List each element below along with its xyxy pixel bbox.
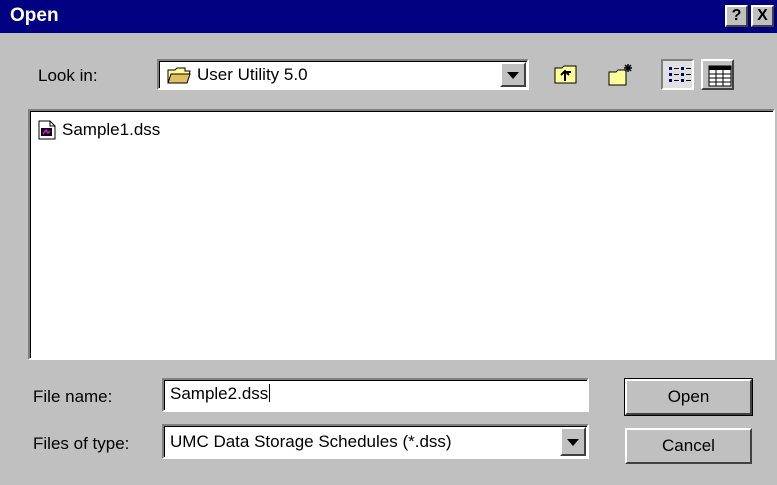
close-button[interactable]: X xyxy=(751,5,774,27)
file-type-dropdown-arrow[interactable] xyxy=(560,427,586,456)
text-caret xyxy=(269,384,271,402)
list-item[interactable]: Sample1.dss xyxy=(38,119,160,141)
new-folder-button[interactable] xyxy=(603,59,636,90)
cancel-button[interactable]: Cancel xyxy=(625,428,752,464)
details-view-button[interactable] xyxy=(701,59,734,90)
up-one-level-button[interactable] xyxy=(549,59,582,90)
dss-file-icon xyxy=(38,120,56,140)
new-folder-icon xyxy=(608,64,632,86)
file-type-label: Files of type: xyxy=(33,434,130,453)
look-in-combo[interactable]: User Utility 5.0 xyxy=(157,59,529,90)
up-one-level-icon xyxy=(554,65,577,84)
details-view-icon xyxy=(708,65,732,87)
file-list[interactable]: Sample1.dss xyxy=(28,109,775,360)
window-title: Open xyxy=(10,5,59,26)
title-bar[interactable]: Open ? X xyxy=(0,0,777,33)
look-in-label: Look in: xyxy=(38,66,98,85)
list-view-icon xyxy=(669,67,691,82)
help-button[interactable]: ? xyxy=(725,5,748,27)
look-in-dropdown-arrow[interactable] xyxy=(500,62,526,87)
list-view-button[interactable] xyxy=(661,59,694,90)
file-name-input[interactable]: Sample2.dss xyxy=(162,378,589,412)
file-type-value: UMC Data Storage Schedules (*.dss) xyxy=(170,432,452,451)
open-button[interactable]: Open xyxy=(624,378,753,416)
file-name-label: File name: xyxy=(33,387,113,406)
file-name-sample1: Sample1.dss xyxy=(62,120,161,139)
file-type-select[interactable]: UMC Data Storage Schedules (*.dss) xyxy=(162,424,589,459)
file-name-value: Sample2.dss xyxy=(170,384,269,403)
open-dialog: Open ? X Look in: User Utility 5.0 Sampl… xyxy=(0,0,777,485)
folder-icon xyxy=(167,67,191,84)
look-in-value: User Utility 5.0 xyxy=(197,65,308,84)
